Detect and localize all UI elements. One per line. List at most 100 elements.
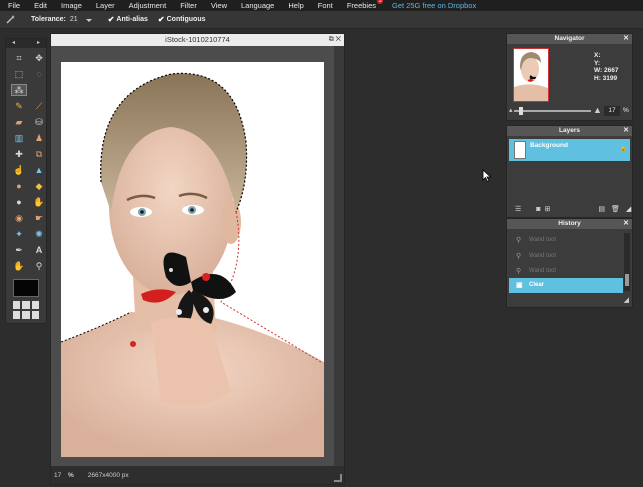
status-bar: 17 % 2667x4000 px <box>51 466 344 484</box>
smudge-icon[interactable]: ☝ <box>11 164 27 176</box>
burn-icon[interactable]: ◆ <box>31 180 47 192</box>
zoom-out-mountain-icon[interactable]: ▴ <box>509 106 513 114</box>
layer-name: Background <box>530 142 568 149</box>
close-icon[interactable]: ✕ <box>623 34 629 44</box>
grid-view-icon[interactable] <box>13 301 39 319</box>
history-item[interactable]: ⚲ Wand tool <box>509 249 623 264</box>
zoom-in-mountain-icon[interactable]: ▲ <box>593 105 602 115</box>
toolbox-header: ◂ ▸ <box>6 39 46 48</box>
navigator-thumbnail[interactable] <box>513 48 549 102</box>
crop-icon[interactable]: ⌗ <box>11 52 27 64</box>
menu-file[interactable]: File <box>8 1 20 10</box>
w-label: W: <box>594 67 603 74</box>
zoom-slider[interactable] <box>514 110 591 112</box>
blur-icon[interactable]: ▲ <box>31 164 47 176</box>
color-picker-icon[interactable]: ✺ <box>31 228 47 240</box>
clone-icon[interactable]: ⧉ <box>31 148 47 160</box>
navigator-titlebar[interactable]: Navigator ✕ <box>507 34 632 44</box>
type-icon[interactable]: A <box>31 244 47 256</box>
menu-freebies[interactable]: Freebies 5 <box>346 0 383 10</box>
menu-help[interactable]: Help <box>288 1 303 10</box>
history-scrollbar-thumb[interactable] <box>625 274 629 286</box>
document-titlebar[interactable]: iStock-1010210774 ⧉ ✕ <box>51 34 344 46</box>
navigator-zoom-input[interactable]: 17 <box>604 106 620 116</box>
history-item-label: Wand tool <box>529 237 556 243</box>
marquee-icon[interactable]: ⬚ <box>11 68 27 80</box>
eraser-icon[interactable]: ▰ <box>11 116 27 128</box>
resize-handle-icon[interactable] <box>334 474 342 482</box>
new-layer-icon[interactable]: ▤ <box>598 205 605 213</box>
canvas-image[interactable] <box>61 62 324 457</box>
dodge-icon[interactable]: ● <box>11 180 27 192</box>
navigator-zoom-unit: % <box>623 107 629 114</box>
fill-icon[interactable]: ⛁ <box>31 116 47 128</box>
brush-icon[interactable]: ⟋ <box>31 100 47 112</box>
document-title: iStock-1010210774 <box>165 35 230 44</box>
canvas-area[interactable] <box>51 46 344 466</box>
tolerance-value[interactable]: 21 <box>70 16 78 23</box>
collapse-right-icon[interactable]: ▸ <box>37 39 40 48</box>
new-layer-group-icon[interactable]: ⊞ <box>545 205 551 213</box>
heal-icon[interactable]: ✚ <box>11 148 27 160</box>
document-window: iStock-1010210774 ⧉ ✕ 17 % 2667x4000 px <box>50 33 345 485</box>
menu-layer[interactable]: Layer <box>96 1 115 10</box>
spot-icon[interactable]: ✦ <box>11 228 27 240</box>
collapse-left-icon[interactable]: ◂ <box>12 39 15 48</box>
hand-icon[interactable]: ✋ <box>11 260 27 272</box>
foreground-color-swatch[interactable] <box>13 279 39 297</box>
magic-wand-icon[interactable]: ⁂ <box>11 84 27 96</box>
tolerance-dropdown-icon[interactable] <box>84 15 94 25</box>
history-item-label: Wand tool <box>529 253 556 259</box>
menu-adjustment[interactable]: Adjustment <box>129 1 167 10</box>
layer-thumbnail <box>514 141 526 159</box>
restore-icon[interactable]: ⧉ <box>329 36 334 43</box>
menu-edit[interactable]: Edit <box>34 1 47 10</box>
resize-handle-icon[interactable]: ◢ <box>624 296 629 304</box>
menu-language[interactable]: Language <box>241 1 274 10</box>
navigator-info: X: Y: W: 2667 H: 3199 <box>594 52 618 82</box>
magic-wand-icon <box>5 14 17 26</box>
stamp-icon[interactable]: ♟ <box>31 132 47 144</box>
history-title: History <box>558 220 581 227</box>
sharpen-icon[interactable]: ● <box>11 196 27 208</box>
contiguous-checkbox[interactable]: ✔ Contiguous <box>158 15 206 24</box>
history-titlebar[interactable]: History ✕ <box>507 219 632 229</box>
lock-icon[interactable]: 🔒 <box>620 145 627 152</box>
menu-image[interactable]: Image <box>61 1 82 10</box>
close-icon[interactable]: ✕ <box>623 126 629 136</box>
y-label: Y: <box>594 59 601 67</box>
close-icon[interactable]: ✕ <box>623 219 629 229</box>
history-item[interactable]: ⚲ Wand tool <box>509 264 623 279</box>
menu-view[interactable]: View <box>211 1 227 10</box>
layer-settings-icon[interactable]: ☰ <box>515 205 521 213</box>
pencil-icon[interactable]: ✎ <box>11 100 27 112</box>
history-item[interactable]: ⚲ Wand tool <box>509 233 623 248</box>
sponge-icon[interactable]: ✋ <box>31 196 47 208</box>
x-label: X: <box>594 52 601 59</box>
menu-font[interactable]: Font <box>318 1 333 10</box>
redeye-icon[interactable]: ◉ <box>11 212 27 224</box>
history-item-active[interactable]: ▣ Clear <box>509 278 623 293</box>
lasso-icon[interactable]: ◌ <box>31 68 47 80</box>
layer-row[interactable]: Background 🔒 <box>509 139 630 161</box>
menu-filter[interactable]: Filter <box>180 1 197 10</box>
zoom-slider-knob[interactable] <box>519 107 523 115</box>
history-scrollbar[interactable] <box>624 233 630 291</box>
layer-mask-icon[interactable]: ◙ <box>536 206 540 213</box>
menu-freebies-label: Freebies <box>346 1 376 10</box>
gradient-icon[interactable]: ▥ <box>11 132 27 144</box>
resize-handle-icon[interactable]: ◢ <box>626 205 631 213</box>
layers-footer: ☰ ◙ ⊞ ▤ 🗑 ◢ <box>515 204 631 214</box>
close-icon[interactable]: ✕ <box>336 36 341 43</box>
move-icon[interactable]: ✥ <box>31 52 47 64</box>
anti-alias-checkbox[interactable]: ✔ Anti-alias <box>108 15 148 24</box>
pen-icon[interactable]: ✒ <box>11 244 27 256</box>
zoom-icon[interactable]: ⚲ <box>31 260 47 272</box>
dropbox-promo-link[interactable]: Get 25G free on Dropbox <box>392 1 476 10</box>
delete-layer-icon[interactable]: 🗑 <box>611 205 620 213</box>
h-value: 3199 <box>602 74 618 82</box>
vertical-scrollbar[interactable] <box>334 46 344 466</box>
zoom-value[interactable]: 17 <box>54 472 68 479</box>
liquify-icon[interactable]: ☛ <box>31 212 47 224</box>
layers-titlebar[interactable]: Layers ✕ <box>507 126 632 136</box>
